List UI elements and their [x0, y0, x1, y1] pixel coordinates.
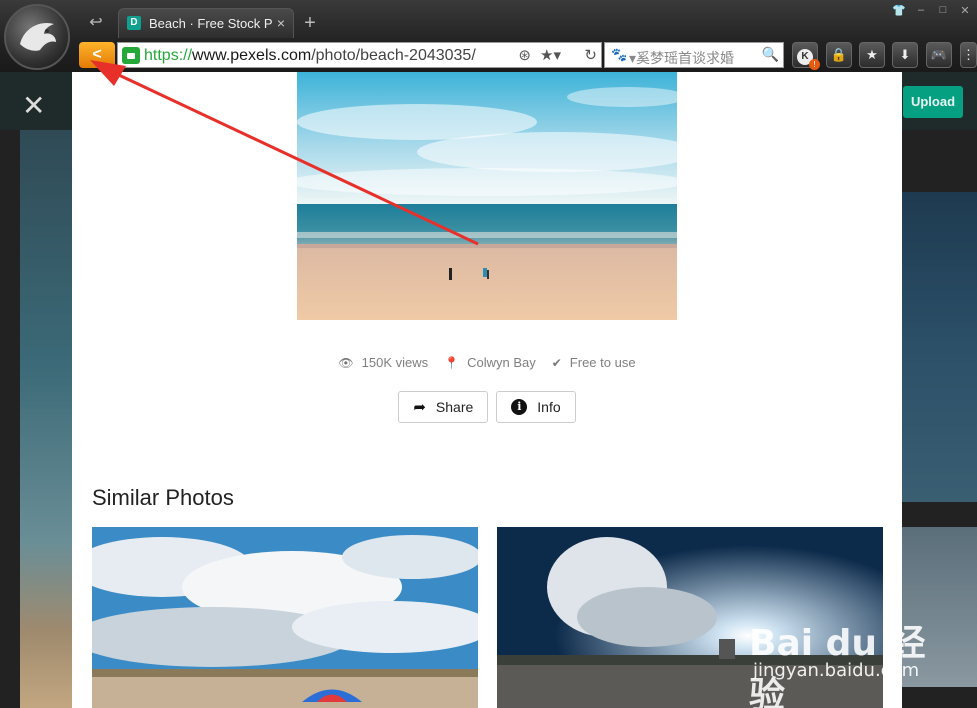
new-tab-button[interactable]: + — [300, 13, 320, 33]
back-button[interactable]: < — [79, 42, 115, 68]
k-extension-icon[interactable]: K ! — [792, 42, 820, 70]
info-label: Info — [537, 399, 561, 415]
location-pin-icon: 📍 — [444, 355, 460, 370]
search-icon[interactable]: 🔍 — [762, 46, 779, 63]
browser-chrome: ↩ D Beach · Free Stock P × + 👕 – □ ✕ < h… — [0, 0, 977, 72]
background-photo-left — [20, 130, 72, 708]
more-tools-icon[interactable]: ⋮ — [960, 42, 977, 68]
share-icon: ➦ — [413, 399, 426, 416]
info-icon: i — [511, 399, 528, 415]
background-photo-right — [902, 192, 977, 502]
url-text: https://www.pexels.com/photo/beach-20430… — [144, 47, 476, 64]
address-bar[interactable]: https://www.pexels.com/photo/beach-20430… — [117, 42, 602, 68]
tab-title: Beach · Free Stock P — [149, 16, 273, 31]
check-circle-icon: ✔ — [551, 355, 562, 370]
skin-icon[interactable]: 👕 — [891, 4, 907, 17]
tab-beach[interactable]: D Beach · Free Stock P × — [118, 8, 294, 38]
undo-close-tab-icon[interactable]: ↩ — [86, 13, 106, 33]
star-icon[interactable]: ★ — [859, 42, 885, 68]
lock-icon[interactable]: 🔒 — [826, 42, 852, 68]
background-photo-right-lower — [902, 527, 977, 687]
info-button[interactable]: i Info — [496, 391, 576, 423]
gamepad-icon[interactable]: 🎮 — [926, 42, 952, 68]
search-box[interactable]: 🐾 ▾奚梦瑶首谈求婚 🔍 — [604, 42, 784, 68]
browser-logo-icon[interactable] — [4, 4, 70, 70]
maximize-icon[interactable]: □ — [935, 4, 951, 17]
license-text[interactable]: Free to use — [570, 355, 636, 370]
speed-mode-icon[interactable]: ⊛ — [518, 46, 531, 64]
close-window-icon[interactable]: ✕ — [957, 4, 973, 17]
download-icon[interactable]: ⬇ — [892, 42, 918, 68]
photo-actions: ➦ Share i Info — [72, 391, 902, 423]
window-controls: 👕 – □ ✕ — [891, 4, 973, 17]
minimize-icon[interactable]: – — [913, 4, 929, 17]
similar-photo-1[interactable] — [92, 527, 478, 708]
share-button[interactable]: ➦ Share — [398, 391, 489, 423]
search-placeholder: ▾奚梦瑶首谈求婚 — [629, 50, 735, 66]
favorite-star-icon[interactable]: ★▾ — [540, 46, 561, 64]
eye-icon: 👁 — [338, 355, 354, 370]
page-viewport: ✕ Upload 👁 150K views 📍 Colwyn Bay ✔ Fre… — [0, 72, 977, 708]
similar-photos-heading: Similar Photos — [92, 485, 234, 510]
views-count: 150K views — [361, 355, 429, 370]
reload-icon[interactable]: ↻ — [584, 46, 597, 64]
stat-license[interactable]: ✔ Free to use — [552, 355, 636, 370]
alert-badge: ! — [809, 59, 820, 70]
stat-location[interactable]: 📍 Colwyn Bay — [444, 355, 536, 370]
baidu-paw-icon: 🐾 — [611, 47, 628, 62]
secure-lock-icon — [122, 47, 140, 64]
similar-photo-2[interactable] — [497, 527, 883, 708]
tab-close-icon[interactable]: × — [277, 15, 285, 31]
photo-stats: 👁 150K views 📍 Colwyn Bay ✔ Free to use — [72, 355, 902, 370]
close-modal-icon[interactable]: ✕ — [22, 92, 45, 120]
upload-button[interactable]: Upload — [903, 86, 963, 118]
location-text[interactable]: Colwyn Bay — [467, 355, 536, 370]
main-photo[interactable] — [297, 72, 677, 320]
pexels-favicon-icon: D — [127, 16, 141, 30]
photo-modal: 👁 150K views 📍 Colwyn Bay ✔ Free to use … — [72, 72, 902, 708]
stat-views: 👁 150K views — [338, 355, 428, 370]
share-label: Share — [435, 399, 474, 415]
